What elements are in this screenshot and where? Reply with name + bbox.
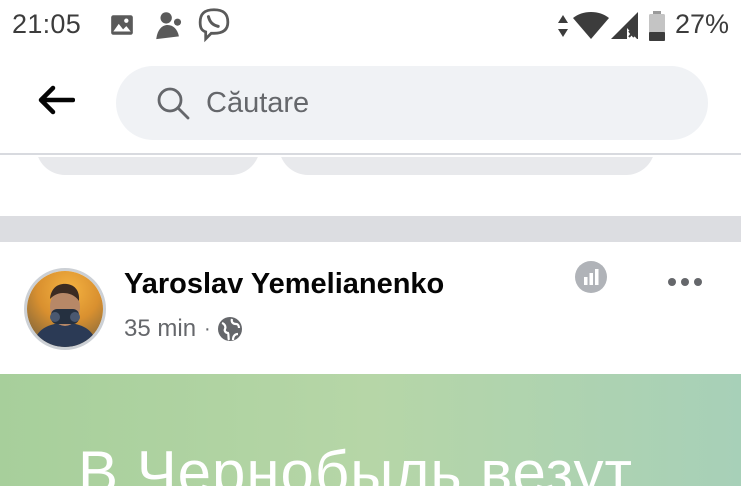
feed-divider <box>0 216 741 242</box>
data-arrows-icon <box>556 14 570 43</box>
post-meta: 35 min · <box>124 314 243 344</box>
post-header: Yaroslav Yemelianenko 35 min · <box>0 242 741 374</box>
battery-icon <box>648 11 666 46</box>
search-box[interactable] <box>116 66 708 140</box>
post-image[interactable]: В Чернобыль везут <box>0 374 741 486</box>
status-bar: 21:05 27% <box>0 0 741 52</box>
filter-chip[interactable] <box>279 157 655 175</box>
insights-icon[interactable] <box>574 260 608 299</box>
app-notification-icon <box>152 8 186 47</box>
wifi-icon <box>572 12 610 45</box>
status-time: 21:05 <box>12 9 82 39</box>
viber-icon <box>197 7 231 48</box>
image-icon <box>109 12 135 43</box>
post-timestamp[interactable]: 35 min <box>124 315 196 343</box>
avatar[interactable] <box>24 268 106 350</box>
search-icon <box>156 86 190 125</box>
search-header <box>0 52 741 155</box>
filter-chips-row <box>0 157 741 207</box>
post-image-text: В Чернобыль везут <box>78 439 633 486</box>
back-arrow-icon <box>37 85 76 120</box>
post-author-name[interactable]: Yaroslav Yemelianenko <box>124 268 444 301</box>
signal-icon <box>610 12 640 45</box>
globe-icon <box>217 316 243 342</box>
more-icon <box>667 274 703 292</box>
back-button[interactable] <box>30 80 82 124</box>
search-input[interactable] <box>206 80 686 126</box>
filter-chip[interactable] <box>36 157 260 175</box>
more-options-button[interactable] <box>660 270 710 296</box>
battery-percent: 27% <box>674 9 729 39</box>
meta-separator: · <box>204 317 211 340</box>
